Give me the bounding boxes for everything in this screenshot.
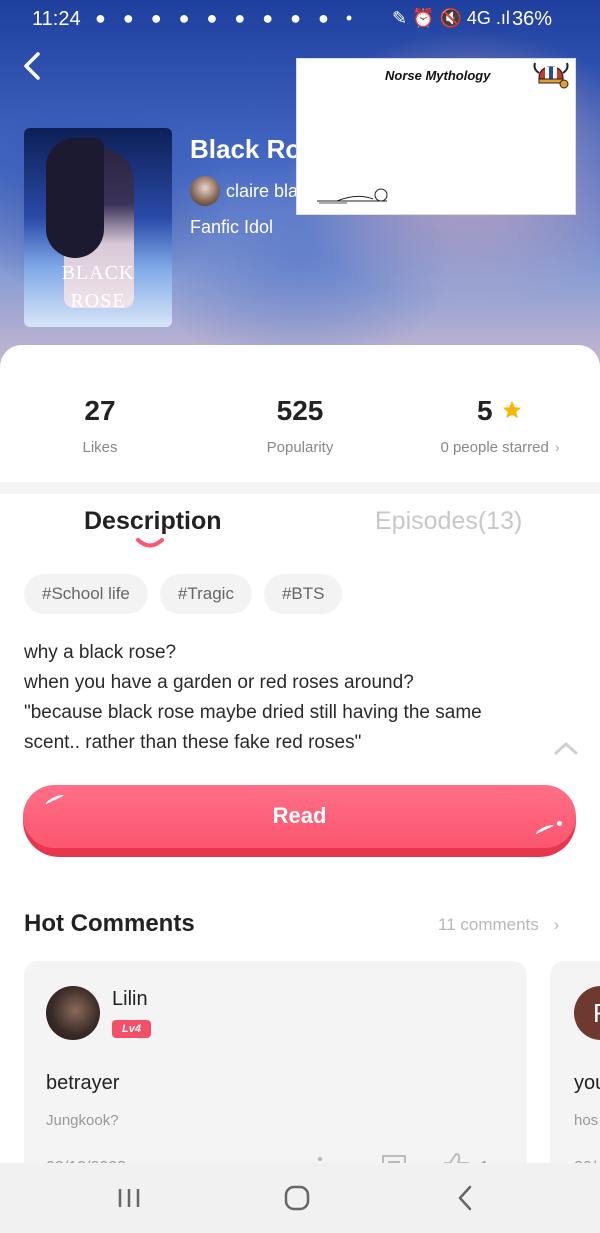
book-category: Fanfic Idol (190, 217, 274, 237)
likes-count: 27 (84, 395, 116, 426)
status-time: 11:24 (32, 8, 81, 30)
tag-school-life[interactable]: #School life (24, 574, 148, 614)
description-line: scent.. rather than these fake red roses… (24, 732, 362, 753)
read-button-label: Read (272, 803, 327, 828)
commenter-avatar[interactable] (46, 986, 100, 1040)
notification-icons: ● ● ● ● ● ● ● ● ● • (95, 8, 359, 28)
system-status-icons: ✎ ⏰ 🔇 4G .ıl (392, 8, 510, 28)
author-avatar[interactable] (190, 176, 220, 206)
system-back-icon[interactable] (448, 1183, 484, 1213)
author-row[interactable]: claire bla (190, 176, 298, 206)
popularity-stat: 525 Popularity (200, 395, 400, 456)
viking-helmet-icon (533, 62, 569, 89)
comments-count-label: 11 comments (438, 915, 539, 934)
likes-label: Likes (82, 439, 118, 456)
tab-episodes[interactable]: Episodes(13) (375, 507, 522, 536)
recent-apps-icon[interactable] (111, 1183, 147, 1213)
home-icon[interactable] (279, 1183, 315, 1213)
chevron-right-icon: › (554, 439, 560, 455)
book-description: why a black rose? when you have a garden… (24, 638, 544, 758)
star-icon (502, 400, 522, 419)
description-line: "because black rose maybe dried still ha… (24, 702, 482, 723)
level-badge: Lv4 (112, 1020, 151, 1038)
book-detail-card: 27 Likes 525 Popularity 5 0 people starr… (0, 345, 600, 1181)
rating-stat[interactable]: 5 0 people starred › (400, 395, 600, 456)
description-line: when you have a garden or red roses arou… (24, 672, 414, 693)
tag-list: #School life #Tragic #BTS (24, 574, 354, 614)
commenter-avatar[interactable]: F (574, 986, 600, 1040)
chevron-right-icon: › (553, 915, 560, 934)
commenter-name[interactable]: Lilin (112, 988, 148, 1011)
description-line: why a black rose? (24, 642, 177, 663)
battery-level: 36% (512, 8, 553, 30)
author-name[interactable]: claire bla (226, 181, 298, 202)
comment-reply-preview: Jungkook? (46, 1112, 119, 1129)
starred-count-label: 0 people starred (440, 439, 549, 456)
tag-tragic[interactable]: #Tragic (159, 574, 252, 614)
chevron-left-icon (24, 52, 40, 80)
book-title: Black Ro (190, 134, 302, 164)
status-bar: 11:24 ● ● ● ● ● ● ● ● ● • ✎ ⏰ 🔇 4G .ıl 3… (0, 0, 600, 40)
chevron-up-icon[interactable] (554, 741, 578, 755)
all-comments-link[interactable]: 11 comments › (438, 915, 559, 935)
comment-card[interactable]: Lilin Lv4 betrayer Jungkook? 02/12/2023 … (24, 961, 527, 1181)
stats-row: 27 Likes 525 Popularity 5 0 people starr… (0, 395, 600, 465)
comment-reply-preview: hos (574, 1112, 599, 1129)
cover-title-line2: ROSE (70, 290, 126, 312)
comment-text: you (574, 1072, 600, 1094)
cover-hair (46, 138, 104, 258)
book-header: 11:24 ● ● ● ● ● ● ● ● ● • ✎ ⏰ 🔇 4G .ıl 3… (0, 0, 600, 370)
tag-bts[interactable]: #BTS (263, 574, 343, 614)
rating-label[interactable]: 0 people starred › (400, 439, 600, 456)
ad-title: Norse Mythology (385, 68, 491, 83)
popularity-label: Popularity (266, 439, 334, 456)
likes-stat: 27 Likes (0, 395, 200, 456)
rating-value: 5 (476, 395, 493, 426)
section-divider (0, 482, 600, 494)
tab-active-indicator (136, 538, 164, 548)
ad-overlay[interactable]: Norse Mythology (296, 58, 576, 215)
comment-text: betrayer (46, 1072, 120, 1094)
sketch-figure-icon (317, 188, 388, 204)
read-button-face: Read (23, 785, 576, 848)
comment-card[interactable]: F you hos 20/ (550, 961, 600, 1181)
cover-title-line1: BLACK (61, 262, 135, 284)
tab-description[interactable]: Description (84, 507, 222, 536)
read-button[interactable]: Read (23, 785, 576, 857)
system-navigation-bar (0, 1163, 600, 1233)
hot-comments-title: Hot Comments (24, 910, 195, 937)
book-cover: BLACK ROSE (24, 128, 172, 327)
back-button[interactable] (16, 48, 50, 84)
popularity-count: 525 (276, 395, 324, 426)
